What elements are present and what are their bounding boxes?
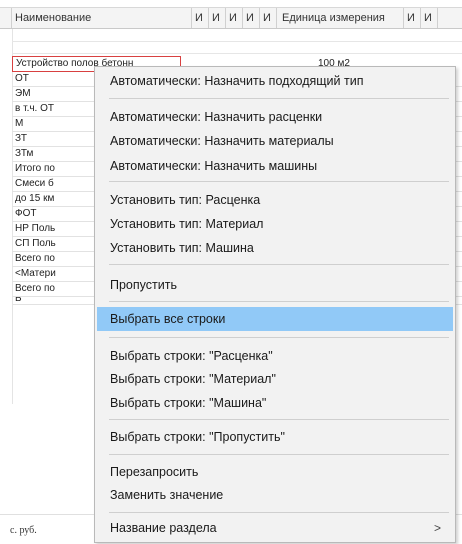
row-name: до 15 км [12, 192, 104, 206]
menu-item-set-type-machine[interactable]: Установить тип: Машина [97, 236, 453, 260]
row-name: <Матери [12, 267, 104, 281]
menu-separator [109, 337, 449, 338]
header-row-indicator[interactable] [0, 8, 12, 28]
menu-item-replace-value[interactable]: Заменить значение [97, 483, 453, 507]
menu-item-auto-assign-type[interactable]: Автоматически: Назначить подходящий тип [97, 69, 453, 93]
header-i4[interactable]: И [243, 8, 260, 28]
menu-item-rerequest[interactable]: Перезапросить [97, 460, 453, 484]
grid-header: Наименование И И И И И Единица измерения… [0, 7, 462, 29]
menu-item-select-all-rows[interactable]: Выбрать все строки [97, 307, 453, 331]
row-name: Всего по [12, 252, 104, 266]
row-name: М [12, 117, 104, 131]
header-unit[interactable]: Единица измерения [277, 8, 404, 28]
row-name: Смеси б [12, 177, 104, 191]
table-row-empty[interactable] [12, 42, 462, 54]
row-name: ОТ [12, 72, 104, 86]
row-name: НР Поль [12, 222, 104, 236]
context-menu: Автоматически: Назначить подходящий тип … [94, 66, 456, 543]
menu-item-auto-assign-machines[interactable]: Автоматически: Назначить машины [97, 154, 453, 178]
row-name: в т.ч. ОТ [12, 102, 104, 116]
row-name: ЭМ [12, 87, 104, 101]
header-i6[interactable]: И [404, 8, 421, 28]
table-row-empty[interactable] [12, 30, 462, 42]
menu-separator [109, 419, 449, 420]
header-i5[interactable]: И [260, 8, 277, 28]
menu-item-select-rows-material[interactable]: Выбрать строки: "Материал" [97, 367, 453, 391]
menu-separator [109, 98, 449, 99]
menu-separator [109, 181, 449, 182]
row-name: Итого по [12, 162, 104, 176]
row-name: СП Поль [12, 237, 104, 251]
menu-item-auto-assign-materials[interactable]: Автоматически: Назначить материалы [97, 129, 453, 153]
header-i1[interactable]: И [192, 8, 209, 28]
header-i3[interactable]: И [226, 8, 243, 28]
menu-separator [109, 454, 449, 455]
row-name: Б [12, 297, 104, 304]
menu-item-set-type-material[interactable]: Установить тип: Материал [97, 212, 453, 236]
row-name: ЗТм [12, 147, 104, 161]
row-name: Всего по [12, 282, 104, 296]
menu-item-section-name[interactable]: Название раздела > [97, 516, 453, 540]
header-i7[interactable]: И [421, 8, 438, 28]
menu-item-select-rows-skip[interactable]: Выбрать строки: "Пропустить" [97, 425, 453, 449]
menu-separator [109, 264, 449, 265]
row-name: ФОТ [12, 207, 104, 221]
currency-label: с. руб. [10, 525, 37, 536]
header-name[interactable]: Наименование [12, 8, 192, 28]
menu-item-set-type-rate[interactable]: Установить тип: Расценка [97, 188, 453, 212]
menu-item-skip[interactable]: Пропустить [97, 273, 453, 297]
menu-item-section-name-label: Название раздела [110, 521, 217, 535]
menu-separator [109, 301, 449, 302]
menu-item-auto-assign-rates[interactable]: Автоматически: Назначить расценки [97, 105, 453, 129]
menu-separator [109, 512, 449, 513]
submenu-arrow-icon: > [433, 521, 441, 535]
header-i2[interactable]: И [209, 8, 226, 28]
row-name: ЗТ [12, 132, 104, 146]
menu-item-select-rows-machine[interactable]: Выбрать строки: "Машина" [97, 391, 453, 415]
menu-item-select-rows-rate[interactable]: Выбрать строки: "Расценка" [97, 344, 453, 368]
